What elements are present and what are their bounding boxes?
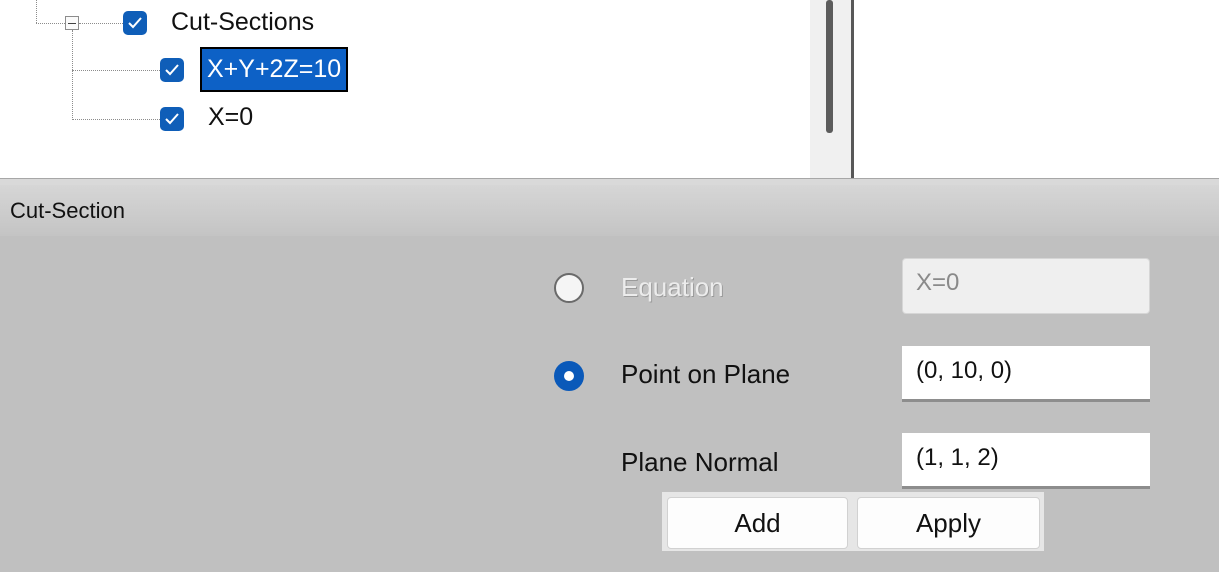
tree-connector: [36, 23, 65, 24]
tree-connector: [72, 30, 73, 120]
tree-item-label-x-y-2z[interactable]: X+Y+2Z=10: [199, 47, 349, 92]
apply-button[interactable]: Apply: [857, 497, 1040, 549]
checkmark-icon: [165, 64, 179, 76]
point-on-plane-input[interactable]: (0, 10, 0): [902, 346, 1150, 402]
checkmark-icon: [165, 113, 179, 125]
tree-item-label-x0[interactable]: X=0: [208, 103, 253, 132]
tree-connector: [72, 119, 160, 120]
plane-normal-label: Plane Normal: [621, 447, 779, 477]
add-button[interactable]: Add: [667, 497, 848, 549]
point-on-plane-label: Point on Plane: [621, 359, 791, 389]
tree-connector: [79, 23, 123, 24]
tree-item-label-cut-sections[interactable]: Cut-Sections: [171, 8, 314, 37]
checkmark-icon: [128, 17, 142, 29]
splitter[interactable]: [0, 178, 1219, 185]
panel-title: Cut-Section: [10, 198, 125, 223]
panel-header: Cut-Section: [0, 185, 1219, 236]
panel-divider: [851, 0, 854, 178]
plane-normal-input[interactable]: (1, 1, 2): [902, 433, 1150, 489]
tree-panel: Cut-Sections X+Y+2Z=10 X=0: [0, 0, 1219, 178]
tree-scrollbar-thumb[interactable]: [826, 0, 833, 133]
equation-input[interactable]: X=0: [902, 258, 1150, 314]
tree-checkbox-x-y-2z[interactable]: [160, 58, 184, 82]
collapse-icon[interactable]: [65, 16, 79, 30]
tree-checkbox-cut-sections[interactable]: [123, 11, 147, 35]
equation-radio[interactable]: [554, 273, 584, 303]
tree-connector: [36, 0, 37, 23]
tree-connector: [72, 70, 160, 71]
tree-checkbox-x0[interactable]: [160, 107, 184, 131]
equation-label: Equation: [621, 272, 724, 302]
point-on-plane-radio[interactable]: [554, 361, 584, 391]
